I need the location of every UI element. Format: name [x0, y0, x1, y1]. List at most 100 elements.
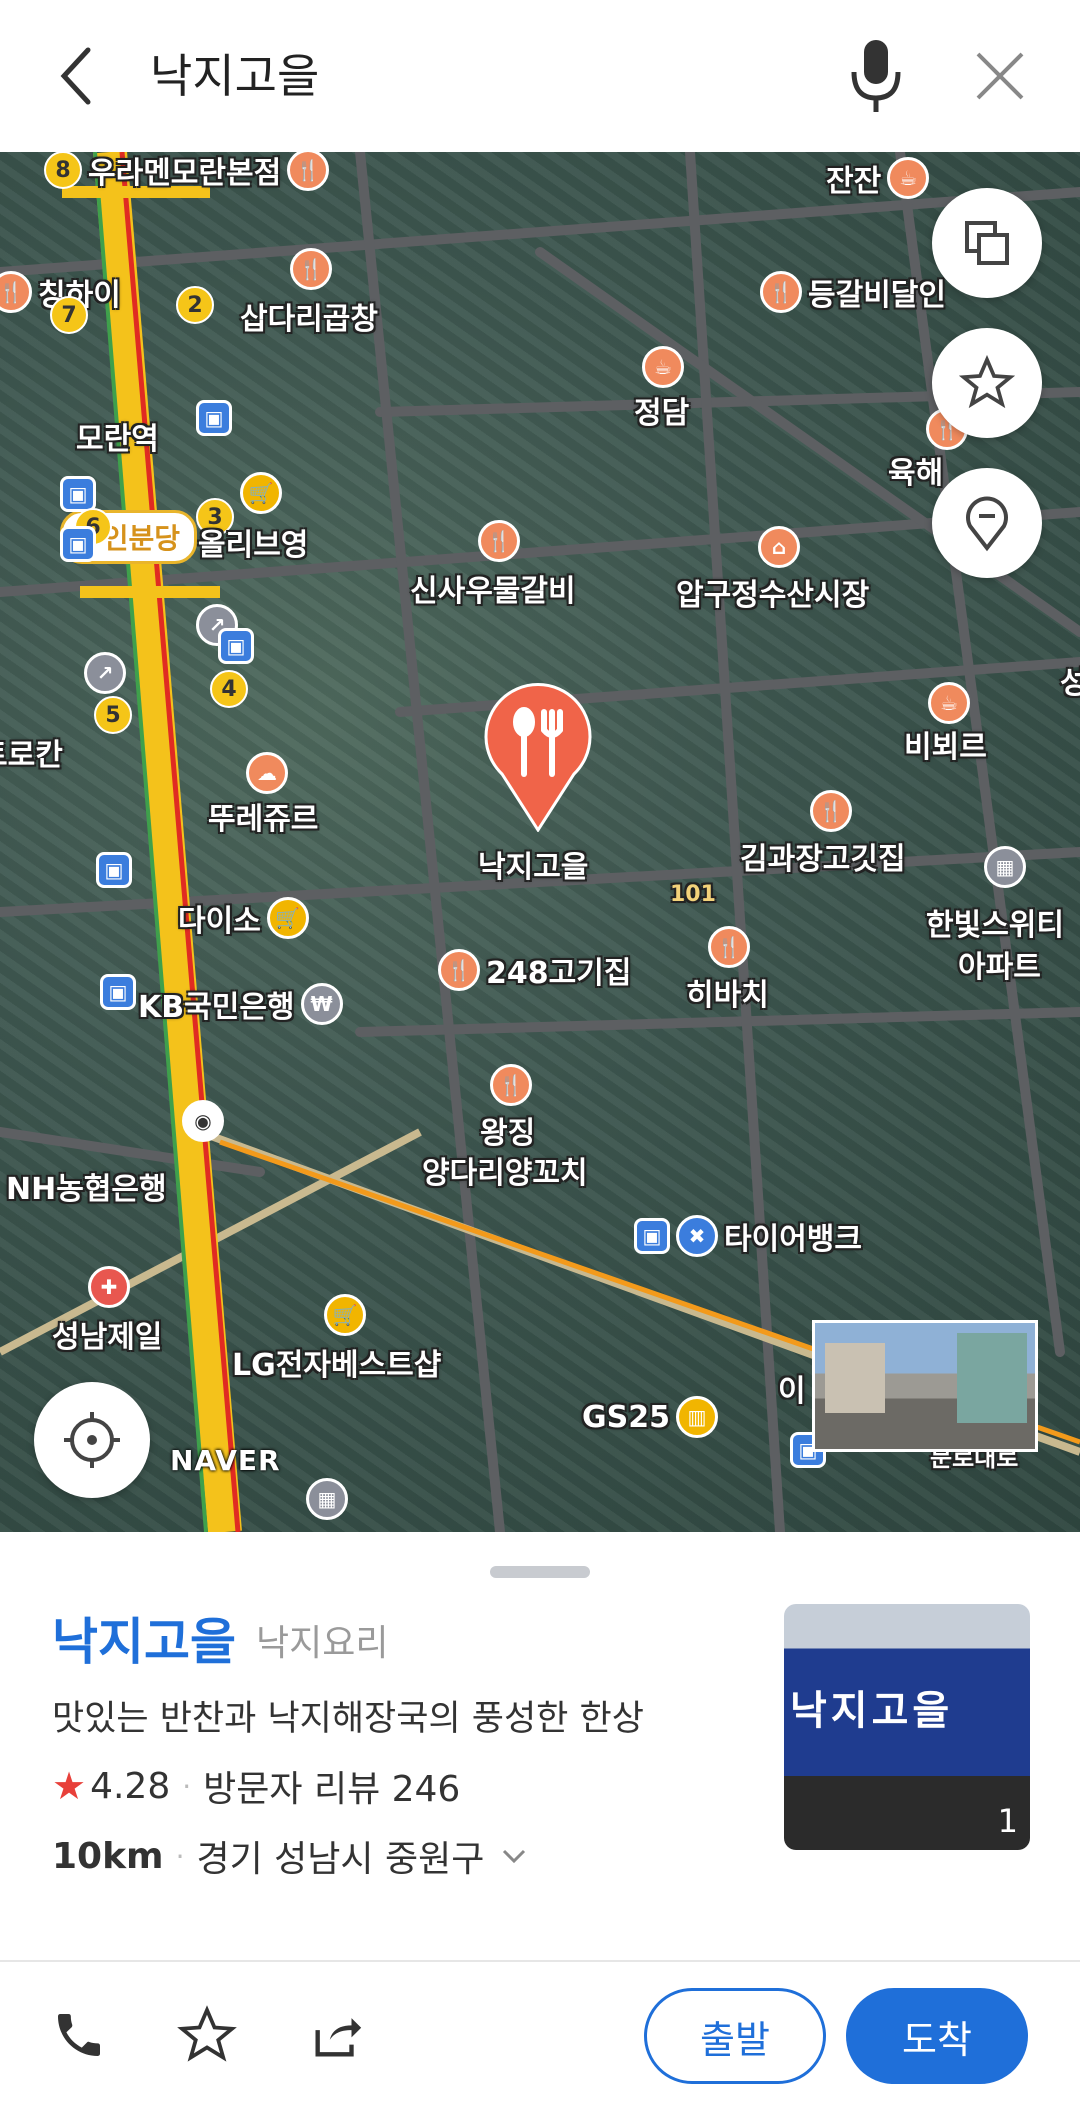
- restaurant-icon: 🍴: [478, 520, 520, 562]
- arrive-button[interactable]: 도착: [846, 1988, 1028, 2084]
- photo-sign-text: 낙지고을: [790, 1688, 954, 1734]
- map-poi[interactable]: 신사우물갈비: [410, 566, 576, 610]
- map-poi[interactable]: 🍴: [478, 520, 520, 562]
- share-icon: [315, 2018, 362, 2057]
- poi-label: 성남제일: [52, 1320, 163, 1355]
- restaurant-icon: 🍴: [287, 152, 330, 191]
- poi-label: 트로칸: [0, 738, 63, 773]
- map-poi[interactable]: ▦: [984, 846, 1026, 888]
- map-poi[interactable]: 🍴 등갈비달인: [760, 270, 946, 314]
- my-places-button[interactable]: [932, 468, 1042, 578]
- map-poi[interactable]: GS25 ▥: [582, 1396, 718, 1438]
- map-poi[interactable]: 8 우라멘모란본점 🍴: [44, 152, 330, 192]
- map-poi[interactable]: 다이소 🛒: [178, 896, 309, 940]
- current-location-button[interactable]: [34, 1382, 150, 1498]
- map-poi[interactable]: 모란역: [76, 414, 159, 458]
- map-poi[interactable]: 성남제일: [52, 1312, 162, 1356]
- map-layers-button[interactable]: [932, 188, 1042, 298]
- star-outline-icon: [959, 355, 1015, 409]
- satellite-map[interactable]: 수인분당 8 우라멘모란본점 🍴 🍴 칭하이 7 2 🍴 삽다리곱창 잔잔 ☕ 🍴 등갈비…: [0, 152, 1080, 1532]
- map-poi[interactable]: ▣: [100, 974, 136, 1010]
- search-query[interactable]: 낙지고을: [150, 44, 319, 108]
- clear-search-button[interactable]: [968, 44, 1032, 108]
- map-poi[interactable]: 압구정수산시장: [676, 570, 869, 614]
- map-poi[interactable]: ▣: [60, 526, 96, 562]
- map-poi[interactable]: ▣: [196, 400, 232, 436]
- address: 경기 성남시 중원구: [196, 1839, 485, 1880]
- map-poi[interactable]: 뚜레쥬르: [208, 794, 318, 838]
- layers-icon: [965, 221, 1009, 265]
- bus-stop-icon: ▣: [60, 526, 96, 562]
- map-poi[interactable]: 🍴: [810, 790, 852, 832]
- map-poi[interactable]: LG전자베스트샵: [232, 1340, 441, 1384]
- map-poi[interactable]: 육해: [888, 448, 943, 492]
- selected-place-label[interactable]: 낙지고을: [478, 842, 588, 886]
- map-poi[interactable]: KB국민은행 ₩: [138, 982, 343, 1026]
- poi-label: 다이소: [178, 904, 261, 939]
- poi-label: 육해: [888, 456, 944, 491]
- map-poi[interactable]: ▦: [306, 1478, 348, 1520]
- selected-place-marker[interactable]: [482, 682, 594, 832]
- map-poi[interactable]: 히바치: [686, 970, 769, 1014]
- thumbnail-building: [825, 1343, 885, 1413]
- address-row[interactable]: 10km · 경기 성남시 중원구: [52, 1830, 528, 1882]
- map-poi[interactable]: ☕: [642, 346, 684, 388]
- map-poi[interactable]: NH농협은행: [6, 1164, 167, 1208]
- map-poi[interactable]: 🛒: [240, 472, 282, 514]
- place-info-sheet[interactable]: 낙지고을 낙지요리 맛있는 반찬과 낙지해장국의 풍성한 한상 ★ 4.28 ·…: [0, 1532, 1080, 1960]
- map-poi[interactable]: ⌂: [758, 526, 800, 568]
- poi-label: 정담: [634, 396, 690, 431]
- chevron-left-icon: [60, 47, 91, 105]
- map-poi[interactable]: ☁: [246, 752, 288, 794]
- depart-button[interactable]: 출발: [644, 1988, 826, 2084]
- map-poi[interactable]: ☕: [928, 682, 970, 724]
- map-poi[interactable]: 아파트: [958, 942, 1041, 986]
- save-button[interactable]: [172, 2000, 242, 2070]
- map-poi[interactable]: 올리브영: [198, 520, 308, 564]
- bakery-icon: ☁: [246, 752, 288, 794]
- street-view-thumbnail[interactable]: [812, 1320, 1038, 1452]
- review-count[interactable]: 방문자 리뷰 246: [203, 1760, 460, 1812]
- apartment-icon: ▦: [306, 1478, 348, 1520]
- map-poi[interactable]: 트로칸: [0, 730, 63, 774]
- call-button[interactable]: [44, 2000, 114, 2070]
- map-poi[interactable]: 정담: [634, 388, 689, 432]
- map-exit: 4: [210, 670, 248, 708]
- voice-search-button[interactable]: [840, 34, 912, 118]
- place-photo[interactable]: 낙지고을 1: [784, 1604, 1030, 1850]
- map-poi[interactable]: ✚: [88, 1266, 130, 1308]
- share-button[interactable]: [302, 2000, 372, 2070]
- map-poi[interactable]: 양다리양꼬치: [422, 1148, 588, 1192]
- thumbnail-building: [957, 1333, 1027, 1423]
- favorites-map-button[interactable]: [932, 328, 1042, 438]
- bus-stop-icon: ▣: [60, 476, 96, 512]
- map-poi[interactable]: 🍴 248고기집: [438, 948, 631, 992]
- map-poi[interactable]: 🍴: [490, 1064, 532, 1106]
- sheet-drag-handle[interactable]: [490, 1566, 590, 1578]
- map-poi[interactable]: 비뵈르: [904, 722, 987, 766]
- poi-label: 한빛스위티: [926, 908, 1064, 943]
- back-button[interactable]: [44, 44, 108, 108]
- map-poi[interactable]: 한빛스위티: [926, 900, 1064, 944]
- place-name[interactable]: 낙지고을: [52, 1602, 236, 1674]
- tire-shop-icon: ✖: [676, 1215, 718, 1257]
- map-poi[interactable]: 삽다리곱창: [240, 294, 378, 338]
- district-label: 성: [1060, 666, 1080, 701]
- poi-label: 신사우물갈비: [410, 574, 576, 609]
- map-poi[interactable]: 🍴: [290, 248, 332, 290]
- map-poi[interactable]: 잔잔 ☕: [826, 156, 930, 200]
- chevron-down-icon[interactable]: [500, 1842, 528, 1870]
- map-poi[interactable]: ▣: [96, 852, 132, 888]
- cafe-icon: ☕: [928, 682, 970, 724]
- map-poi[interactable]: 김과장고깃집: [740, 834, 906, 878]
- location-pin-icon: [966, 496, 1008, 552]
- map-poi[interactable]: 왕징: [480, 1108, 535, 1152]
- map-poi[interactable]: ▣: [60, 476, 96, 512]
- map-poi[interactable]: ↗: [84, 652, 126, 694]
- bus-stop-icon: ▣: [634, 1218, 670, 1254]
- map-poi[interactable]: ▣: [218, 628, 254, 664]
- poi-label: 아파트: [958, 950, 1041, 985]
- map-poi[interactable]: ▣ ✖ 타이어뱅크: [634, 1214, 862, 1258]
- map-poi[interactable]: 🍴: [708, 926, 750, 968]
- map-poi[interactable]: 🛒: [324, 1294, 366, 1336]
